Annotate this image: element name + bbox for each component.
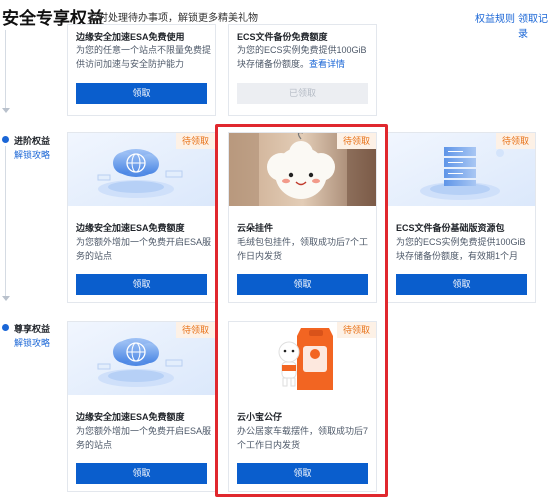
card-desc: 为您的ECS实例免费提供100GiB块存储备份额度。查看详情: [237, 43, 372, 71]
page-subtitle: 及时处理待办事项，解锁更多精美礼物: [88, 13, 258, 24]
status-badge: 待领取: [175, 133, 215, 149]
status-badge: 待领取: [336, 322, 376, 338]
claimed-button: 已领取: [237, 83, 368, 104]
claim-button[interactable]: 领取: [76, 274, 207, 295]
card-title: ECS文件备份免费额度: [237, 32, 328, 42]
claim-button[interactable]: 领取: [237, 463, 368, 484]
claim-button[interactable]: 领取: [396, 274, 527, 295]
tier-label-premium: 尊享权益: [14, 324, 51, 334]
status-badge: 待领取: [336, 133, 376, 149]
card-title: 云朵挂件: [237, 223, 274, 233]
card-title: 边缘安全加速ESA免费使用: [76, 32, 185, 42]
timeline-arrow-icon: [2, 296, 10, 301]
card-desc: 为您额外增加一个免费开启ESA服务的站点: [76, 426, 212, 450]
tier-link-advanced[interactable]: 解锁攻略: [14, 148, 50, 161]
card-desc: 毛绒包包挂件，领取成功后7个工作日内发货: [237, 237, 369, 261]
card-adv-cloud: 待领取 云朵挂件 毛绒包包挂件，领取成功后7个工作日内发货 领取: [228, 132, 377, 303]
tier-link-premium[interactable]: 解锁攻略: [14, 336, 50, 349]
card-title: 边缘安全加速ESA免费额度: [76, 223, 185, 233]
rules-link[interactable]: 权益规则: [475, 10, 515, 25]
tier-dot-advanced: [2, 136, 9, 143]
card-title: 边缘安全加速ESA免费额度: [76, 412, 185, 422]
records-link[interactable]: 领取记录: [518, 10, 557, 40]
card-basic-ecs: ECS文件备份免费额度 为您的ECS实例免费提供100GiB块存储备份额度。查看…: [228, 24, 377, 116]
claim-button[interactable]: 领取: [76, 463, 207, 484]
timeline-arrow-icon: [2, 108, 10, 113]
status-badge: 待领取: [495, 133, 535, 149]
status-badge: 待领取: [175, 322, 215, 338]
card-prem-doll: 待领取 云小宝公仔 办公居家车载摆件，领取成功后7个工作日内发货 领取: [228, 321, 377, 492]
card-basic-esa: 边缘安全加速ESA免费使用 为您的任意一个站点不限量免费提供访问加速与安全防护能…: [67, 24, 216, 116]
details-link[interactable]: 查看详情: [309, 59, 345, 69]
timeline-line: [5, 30, 6, 110]
card-desc: 办公居家车载摆件，领取成功后7个工作日内发货: [237, 426, 369, 450]
claim-button[interactable]: 领取: [76, 83, 207, 104]
card-adv-esa: 待领取 边缘安全加速ESA免费额度 为您额外增加一个免费开启ESA服务的站点 领…: [67, 132, 216, 303]
claim-button[interactable]: 领取: [237, 274, 368, 295]
card-desc-text: 为您的ECS实例免费提供100GiB块存储备份额度。: [237, 45, 367, 69]
card-title: 云小宝公仔: [237, 412, 283, 422]
timeline-line: [5, 146, 6, 298]
card-prem-esa: 待领取 边缘安全加速ESA免费额度 为您额外增加一个免费开启ESA服务的站点 领…: [67, 321, 216, 492]
card-title: ECS文件备份基础版资源包: [396, 223, 505, 233]
card-desc: 为您的任意一个站点不限量免费提供访问加速与安全防护能力: [76, 45, 212, 69]
card-desc: 为您的ECS实例免费提供100GiB块存储备份额度，有效期1个月: [396, 237, 526, 261]
tier-dot-premium: [2, 324, 9, 331]
card-adv-ecs: 待领取 ECS文件备份基础版资源包 为您的ECS实例免费提供100GiB块存储备…: [387, 132, 536, 303]
card-desc: 为您额外增加一个免费开启ESA服务的站点: [76, 237, 212, 261]
tier-label-advanced: 进阶权益: [14, 136, 51, 146]
